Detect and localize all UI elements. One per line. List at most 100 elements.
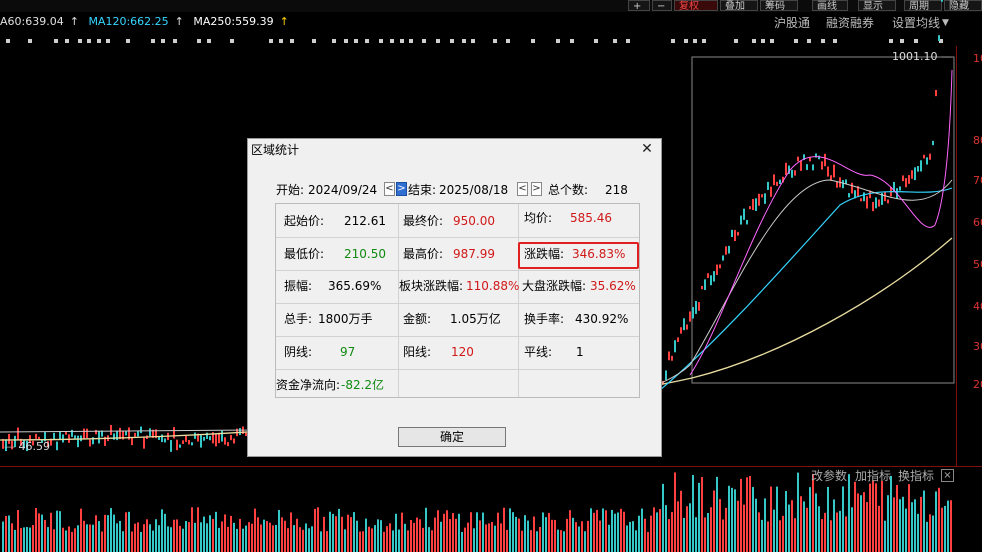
event-marker[interactable] [332,39,336,43]
event-marker[interactable] [436,39,440,43]
volume-bar [917,513,919,552]
volume-bar [728,485,730,552]
event-marker[interactable] [230,39,234,43]
event-marker[interactable] [279,39,283,43]
end-prev-button[interactable]: < [517,182,528,196]
flat-days-label: 平线: [524,345,553,359]
event-marker[interactable] [821,39,825,43]
volume-bar [401,512,403,552]
event-marker[interactable] [914,39,918,43]
candle [233,438,235,444]
amplitude-label: 振幅: [284,279,313,293]
volume-bar [875,483,877,552]
event-marker[interactable] [900,39,904,43]
event-marker[interactable] [684,39,688,43]
volume-bar [914,499,916,552]
event-marker[interactable] [78,39,82,43]
event-marker[interactable] [126,39,130,43]
event-marker[interactable] [400,39,404,43]
event-marker[interactable] [734,39,738,43]
event-marker[interactable] [594,39,598,43]
volume-bar [128,511,130,552]
volume-bar [800,496,802,552]
candle [884,191,886,202]
candle [83,428,85,439]
event-marker[interactable] [344,39,348,43]
volume-bar [701,477,703,552]
volume-bar [551,519,553,552]
candle [95,429,97,435]
volume-bar [512,512,514,552]
event-marker[interactable] [422,39,426,43]
event-marker[interactable] [269,39,273,43]
event-marker[interactable] [471,39,475,43]
end-next-button[interactable]: > [531,182,542,196]
event-marker[interactable] [889,39,893,43]
event-marker[interactable] [833,39,837,43]
edit-params-button[interactable]: 改参数 [811,468,847,484]
event-marker[interactable] [807,39,811,43]
event-marker[interactable] [531,39,535,43]
up-days-label: 阳线: [403,345,432,359]
event-marker[interactable] [379,39,383,43]
volume-bar [662,483,664,552]
event-marker[interactable] [556,39,560,43]
volume-bar [473,528,475,552]
event-marker[interactable] [506,39,510,43]
event-marker[interactable] [151,39,155,43]
event-marker[interactable] [87,39,91,43]
candle [683,318,685,331]
volume-bar [266,520,268,552]
event-marker[interactable] [390,39,394,43]
event-marker[interactable] [626,39,630,43]
price-tick: 80 [973,134,982,147]
event-marker[interactable] [493,39,497,43]
event-marker[interactable] [752,39,756,43]
volume-bar [377,519,379,552]
event-marker[interactable] [570,39,574,43]
event-marker[interactable] [613,39,617,43]
event-marker[interactable] [354,39,358,43]
event-marker[interactable] [794,39,798,43]
event-marker[interactable] [207,39,211,43]
volume-bar [608,524,610,552]
event-marker[interactable] [197,39,201,43]
event-marker[interactable] [671,39,675,43]
volume-bar [884,520,886,552]
volume-bar [428,527,430,552]
event-marker[interactable] [65,39,69,43]
event-marker[interactable] [693,39,697,43]
event-marker[interactable] [462,39,466,43]
volume-bar [350,517,352,552]
volume-bar [158,525,160,552]
start-prev-button[interactable]: < [384,182,395,196]
event-marker[interactable] [409,39,413,43]
selection-rectangle [691,56,955,384]
volume-bar [638,515,640,552]
switch-indicator-button[interactable]: 换指标 [898,468,934,484]
event-marker[interactable] [290,39,294,43]
event-marker[interactable] [702,39,706,43]
event-marker[interactable] [770,39,774,43]
event-marker[interactable] [6,39,10,43]
end-label: 结束: [408,183,437,197]
event-marker[interactable] [54,39,58,43]
event-marker[interactable] [365,39,369,43]
candle [71,429,73,437]
stock-chart-app: + − 复权 叠加 筹码 画线 显示 周期 隐藏 A60:639.04 ↑ MA1… [0,0,982,552]
event-marker[interactable] [161,39,165,43]
event-marker[interactable] [106,39,110,43]
close-panel-button[interactable]: × [941,469,954,482]
ok-button[interactable]: 确定 [398,427,506,447]
add-indicator-button[interactable]: 加指标 [855,468,891,484]
event-marker[interactable] [312,39,316,43]
close-icon[interactable]: ✕ [639,141,655,157]
event-marker[interactable] [28,39,32,43]
start-next-button[interactable]: > [396,182,407,196]
volume-bar [278,510,280,552]
event-marker[interactable] [450,39,454,43]
volume-bar [890,475,892,552]
event-marker[interactable] [97,39,101,43]
event-marker[interactable] [761,39,765,43]
event-marker[interactable] [173,39,177,43]
